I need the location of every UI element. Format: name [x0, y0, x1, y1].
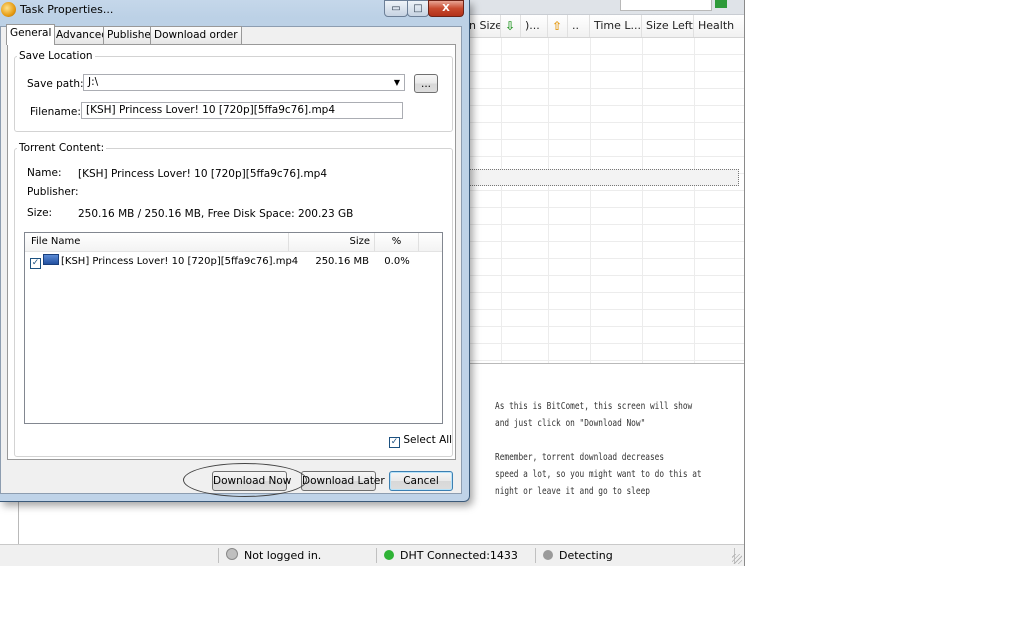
file-name-column-header[interactable]: File Name [25, 233, 289, 251]
tab-general[interactable]: General [6, 24, 56, 45]
select-all-label: Select All [403, 434, 453, 446]
status-detecting[interactable]: Detecting [543, 548, 613, 563]
bitcomet-logo-icon [1, 2, 16, 17]
browse-button[interactable]: ... [414, 74, 438, 93]
close-button[interactable]: X [428, 0, 464, 17]
toolbar-go-button[interactable] [715, 0, 727, 8]
tab-download-order[interactable]: Download order [150, 26, 242, 44]
download-now-button[interactable]: Download Now [212, 471, 291, 491]
column-upload-speed[interactable]: ⇧ [548, 15, 568, 37]
down-arrow-icon: ⇩ [505, 19, 516, 33]
annotation-line: night or leave it and go to sleep [495, 486, 650, 497]
task-list-selected-row[interactable] [465, 169, 739, 186]
status-dht-text: DHT Connected:1433 [400, 549, 518, 562]
task-properties-dialog: Task Properties... ▭ □ X General Advance… [0, 0, 470, 502]
file-list[interactable]: File Name Size % ✓ [KSH] Princess Lover! … [24, 232, 443, 424]
annotation-line: and just click on "Download Now" [495, 418, 646, 429]
status-login[interactable]: Not logged in. [226, 548, 321, 563]
panel-border [18, 500, 19, 544]
filename-input[interactable]: [KSH] Princess Lover! 10 [720p][5ffa9c76… [81, 102, 403, 119]
grid-line [694, 38, 695, 363]
task-list-grid[interactable] [465, 38, 744, 363]
select-all-checkbox[interactable]: ✓ [389, 437, 400, 448]
status-login-text: Not logged in. [244, 549, 322, 562]
torrent-name-value: [KSH] Princess Lover! 10 [720p][5ffa9c76… [78, 168, 328, 180]
save-location-label: Save Location [17, 50, 95, 62]
save-path-value: J:\ [88, 76, 99, 88]
size-label: Size: [27, 207, 53, 219]
save-path-combobox[interactable]: J:\ ▼ [83, 74, 405, 91]
download-later-button[interactable]: Download Later [301, 471, 385, 491]
maximize-button[interactable]: □ [407, 0, 429, 17]
dialog-title: Task Properties... [20, 3, 114, 16]
filename-label: Filename: [30, 106, 81, 118]
publisher-label: Publisher: [27, 186, 79, 198]
close-icon: X [442, 3, 450, 14]
task-list-header: n Size ⇩ )... ⇧ .. Time L... Size Left H… [465, 15, 744, 38]
annotation-line [495, 432, 651, 449]
video-file-icon [43, 254, 59, 265]
grid-line [642, 38, 643, 363]
column-download-speed[interactable]: ⇩ [501, 15, 521, 37]
minimize-icon: ▭ [391, 3, 401, 14]
maximize-icon: □ [413, 3, 423, 14]
status-dht[interactable]: DHT Connected:1433 [384, 548, 518, 563]
detect-status-icon [543, 550, 553, 560]
save-path-label: Save path: [27, 78, 84, 90]
status-separator [535, 548, 536, 563]
column-health[interactable]: Health [694, 15, 744, 37]
status-separator [376, 548, 377, 563]
torrent-name-label: Name: [27, 167, 62, 179]
tutorial-annotation: As this is BitComet, this screen will sh… [495, 398, 702, 500]
annotation-line: speed a lot, so you might want to do thi… [495, 469, 702, 480]
save-location-group: Save Location [14, 50, 453, 132]
column-time-left[interactable]: Time L... [590, 15, 642, 37]
grid-line [548, 38, 549, 363]
up-arrow-icon: ⇧ [552, 19, 563, 33]
annotation-line: As this is BitComet, this screen will sh… [495, 401, 693, 412]
column-upload-rate[interactable]: .. [568, 15, 590, 37]
torrent-content-label: Torrent Content: [17, 142, 107, 154]
annotation-line: Remember, torrent download decreases [495, 452, 665, 463]
status-bar: Not logged in. DHT Connected:1433 Detect… [0, 544, 744, 566]
file-size-column-header[interactable]: Size [289, 233, 375, 251]
dht-status-icon [384, 550, 394, 560]
grid-line [590, 38, 591, 363]
toolbar-search-input[interactable] [620, 0, 712, 11]
login-status-icon [226, 548, 238, 560]
file-percent-column-header[interactable]: % [375, 233, 419, 251]
grid-line [501, 38, 502, 363]
file-row[interactable]: ✓ [KSH] Princess Lover! 10 [720p][5ffa9c7… [30, 254, 298, 269]
status-detect-text: Detecting [559, 549, 613, 562]
file-checkbox[interactable]: ✓ [30, 258, 41, 269]
file-row-size: 250.16 MB [315, 256, 369, 267]
file-row-percent: 0.0% [384, 256, 410, 267]
status-separator [218, 548, 219, 563]
column-size[interactable]: n Size [465, 15, 501, 37]
minimize-button[interactable]: ▭ [384, 0, 408, 17]
column-size-left[interactable]: Size Left [642, 15, 694, 37]
cancel-button[interactable]: Cancel [389, 471, 453, 491]
chevron-down-icon[interactable]: ▼ [394, 75, 400, 90]
file-row-name: [KSH] Princess Lover! 10 [720p][5ffa9c76… [61, 256, 299, 267]
column-download-rate[interactable]: )... [521, 15, 548, 37]
resize-grip-icon[interactable] [732, 554, 742, 564]
file-list-header: File Name Size % [25, 233, 442, 252]
size-value: 250.16 MB / 250.16 MB, Free Disk Space: … [78, 208, 354, 220]
select-all-option[interactable]: ✓ Select All [389, 434, 452, 448]
